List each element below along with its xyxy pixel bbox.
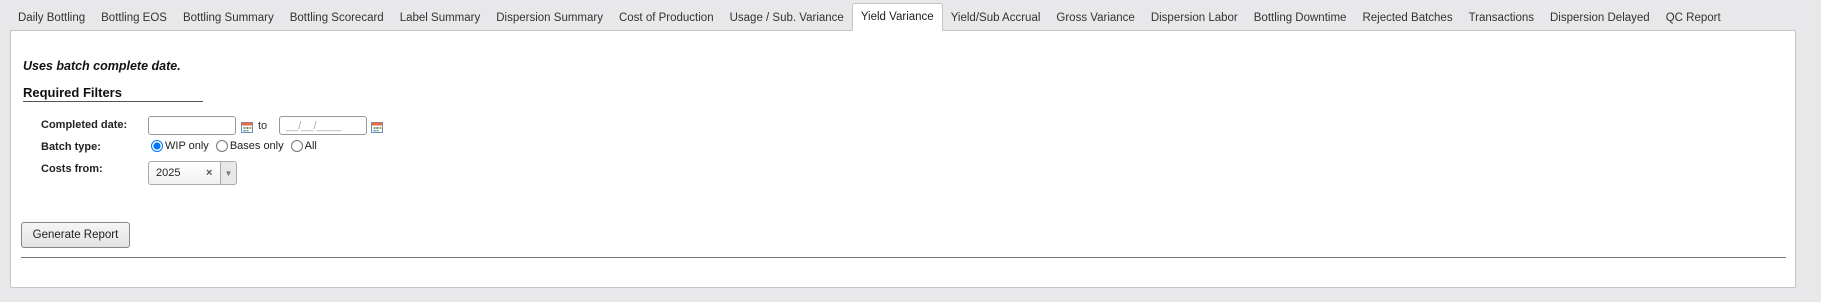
- costs-from-select[interactable]: 2025 × ▼: [148, 161, 237, 185]
- tab-usage-sub-variance[interactable]: Usage / Sub. Variance: [722, 5, 852, 31]
- completed-date-to-input[interactable]: [279, 116, 367, 135]
- tab-dispersion-labor[interactable]: Dispersion Labor: [1143, 5, 1246, 31]
- batch-type-option-wip[interactable]: WIP only: [148, 140, 209, 152]
- batch-type-option-all[interactable]: All: [288, 140, 317, 152]
- tab-label-summary[interactable]: Label Summary: [392, 5, 489, 31]
- tab-cost-of-production[interactable]: Cost of Production: [611, 5, 722, 31]
- tab-bottling-scorecard[interactable]: Bottling Scorecard: [282, 5, 392, 31]
- tab-dispersion-summary[interactable]: Dispersion Summary: [488, 5, 611, 31]
- tab-rejected-batches[interactable]: Rejected Batches: [1354, 5, 1460, 31]
- clear-icon[interactable]: ×: [206, 167, 212, 179]
- tab-bottling-eos[interactable]: Bottling EOS: [93, 5, 175, 31]
- generate-report-button[interactable]: Generate Report: [21, 222, 130, 248]
- to-text: to: [258, 120, 268, 132]
- section-title: Required Filters: [23, 85, 203, 102]
- tab-transactions[interactable]: Transactions: [1461, 5, 1542, 31]
- batch-type-radio-group: WIP only Bases only All: [148, 140, 321, 152]
- calendar-icon[interactable]: [241, 121, 253, 133]
- batch-type-radio-all[interactable]: [290, 140, 303, 152]
- batch-type-radio-wip[interactable]: [151, 140, 163, 152]
- select-dropdown-toggle[interactable]: ▼: [220, 162, 236, 184]
- tab-yield-variance[interactable]: Yield Variance: [851, 3, 943, 31]
- tab-daily-bottling[interactable]: Daily Bottling: [10, 5, 93, 31]
- report-panel: Uses batch complete date. Required Filte…: [10, 30, 1796, 288]
- tab-qc-report[interactable]: QC Report: [1658, 5, 1729, 31]
- tab-bottling-summary[interactable]: Bottling Summary: [175, 5, 282, 31]
- batch-type-radio-bases[interactable]: [215, 140, 228, 152]
- batch-type-label: Batch type:: [41, 141, 101, 153]
- batch-type-option-bases[interactable]: Bases only: [213, 140, 284, 152]
- tab-bottling-downtime[interactable]: Bottling Downtime: [1246, 5, 1355, 31]
- calendar-icon[interactable]: [371, 121, 383, 133]
- tab-dispersion-delayed[interactable]: Dispersion Delayed: [1542, 5, 1658, 31]
- report-tabs: Daily Bottling Bottling EOS Bottling Sum…: [10, 3, 1821, 31]
- costs-from-value: 2025: [156, 167, 181, 179]
- costs-from-label: Costs from:: [41, 163, 103, 175]
- tab-yield-sub-accrual[interactable]: Yield/Sub Accrual: [943, 5, 1049, 31]
- date-note: Uses batch complete date.: [23, 59, 181, 73]
- chevron-down-icon: ▼: [224, 168, 233, 178]
- tab-gross-variance[interactable]: Gross Variance: [1048, 5, 1142, 31]
- completed-date-from-input[interactable]: [148, 116, 236, 135]
- completed-date-label: Completed date:: [41, 119, 128, 131]
- divider: [21, 257, 1786, 258]
